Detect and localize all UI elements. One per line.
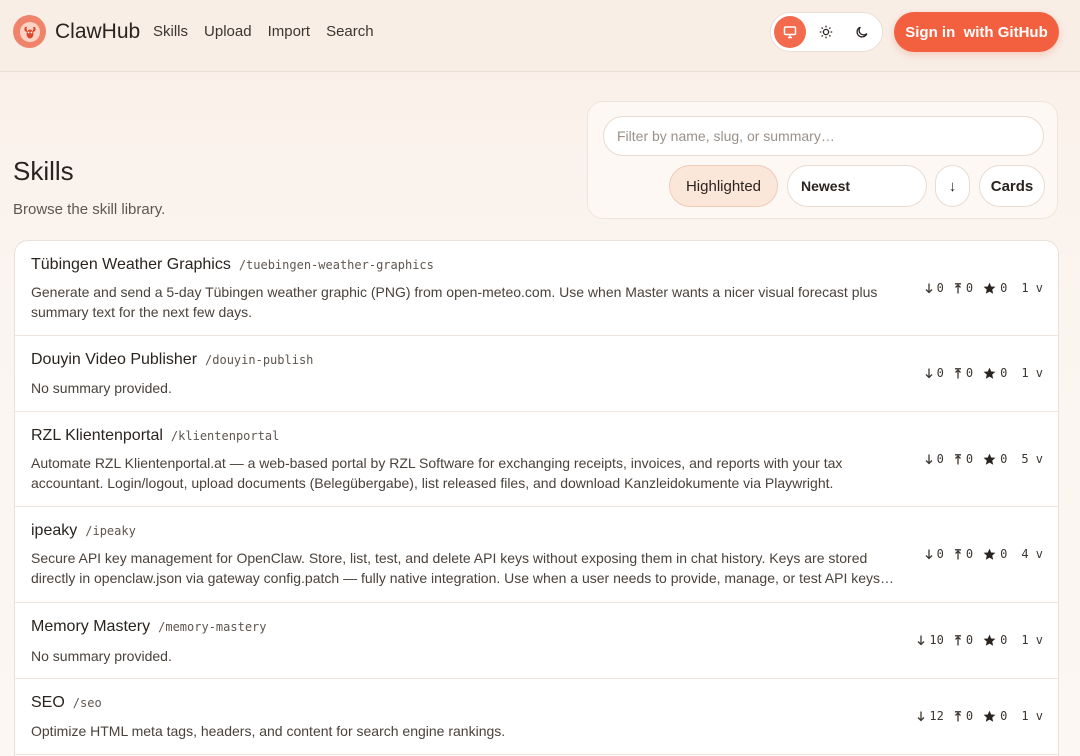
arrow-down-icon: ↓	[948, 177, 957, 195]
nav-upload[interactable]: Upload	[204, 23, 252, 40]
skill-stats: 0 0 0 5 v	[915, 452, 1043, 466]
install-icon	[954, 710, 962, 722]
top-bar: ClawHub Skills Upload Import Search Sign…	[0, 0, 1080, 72]
install-icon	[954, 634, 962, 646]
theme-switcher	[770, 12, 883, 52]
page-title: Skills	[13, 156, 74, 186]
download-icon	[917, 711, 925, 722]
install-count: 0	[965, 281, 974, 295]
star-count: 0	[1000, 547, 1008, 561]
install-count: 0	[965, 633, 974, 647]
star-icon	[983, 367, 996, 380]
theme-dark-button[interactable]	[846, 16, 878, 48]
skill-stats: 0 0 0 4 v	[915, 547, 1043, 561]
moon-icon	[855, 25, 869, 39]
download-count: 0	[936, 452, 944, 466]
skill-stats: 12 0 0 1 v	[907, 709, 1043, 723]
download-count: 0	[936, 547, 944, 561]
nav-skills[interactable]: Skills	[153, 23, 188, 40]
skills-list: Tübingen Weather Graphics/tuebingen-weat…	[14, 240, 1059, 756]
skill-name: Douyin Video Publisher	[31, 351, 198, 368]
nav-import[interactable]: Import	[268, 23, 311, 40]
filter-input[interactable]	[603, 116, 1044, 156]
star-count: 0	[1000, 633, 1008, 647]
install-icon	[954, 453, 962, 465]
skill-name: ipeaky	[31, 522, 78, 539]
version-count: 1 v	[1021, 281, 1043, 295]
filter-panel: Highlighted Newest ↓ Cards	[587, 101, 1058, 219]
star-icon	[983, 548, 996, 561]
main-nav: Skills Upload Import Search	[153, 23, 390, 40]
star-count: 0	[1000, 452, 1008, 466]
skill-slug: /seo	[72, 696, 102, 710]
skill-summary: Secure API key management for OpenClaw. …	[31, 550, 895, 586]
star-count: 0	[1000, 281, 1008, 295]
skill-summary: Optimize HTML meta tags, headers, and co…	[31, 723, 506, 739]
star-icon	[983, 710, 996, 723]
highlighted-toggle[interactable]: Highlighted	[669, 165, 778, 207]
view-mode-button[interactable]: Cards	[979, 165, 1045, 207]
install-count: 0	[965, 709, 974, 723]
skill-stats: 0 0 0 1 v	[915, 366, 1043, 380]
install-icon	[954, 548, 962, 560]
skill-slug: /ipeaky	[85, 524, 136, 538]
star-icon	[983, 453, 996, 466]
download-icon	[917, 635, 925, 646]
nav-search[interactable]: Search	[326, 23, 374, 40]
skill-slug: /tuebingen-weather-graphics	[238, 258, 434, 272]
skill-slug: /klientenportal	[170, 429, 280, 443]
install-count: 0	[965, 452, 974, 466]
sort-select[interactable]: Newest	[787, 165, 927, 207]
star-icon	[983, 634, 996, 647]
clawhub-logo-icon[interactable]	[13, 15, 46, 48]
sun-icon	[819, 25, 833, 39]
skill-row[interactable]: RZL Klientenportal/klientenportal Automa…	[15, 412, 1058, 507]
download-count: 10	[929, 633, 944, 647]
star-count: 0	[1000, 709, 1008, 723]
install-icon	[954, 367, 962, 379]
sign-in-github-button[interactable]: Sign in with GitHub	[894, 12, 1059, 52]
download-count: 0	[936, 366, 944, 380]
theme-light-button[interactable]	[810, 16, 842, 48]
page-subtitle: Browse the skill library.	[13, 201, 166, 218]
skill-slug: /douyin-publish	[205, 353, 314, 367]
skill-name: SEO	[31, 694, 65, 711]
skill-row[interactable]: SEO/seo Optimize HTML meta tags, headers…	[15, 679, 1058, 755]
skill-row[interactable]: Memory Mastery/memory-mastery No summary…	[15, 603, 1058, 679]
skill-slug: /memory-mastery	[158, 620, 267, 634]
monitor-icon	[783, 25, 797, 39]
skill-stats: 0 0 0 1 v	[915, 281, 1043, 295]
skill-name: Tübingen Weather Graphics	[31, 256, 231, 273]
skill-summary: No summary provided.	[31, 648, 172, 664]
skill-row[interactable]: ipeaky/ipeaky Secure API key management …	[15, 507, 1058, 603]
brand-name[interactable]: ClawHub	[55, 20, 140, 44]
download-icon	[925, 368, 933, 379]
skill-name: Memory Mastery	[31, 618, 151, 635]
download-icon	[925, 283, 933, 294]
skill-row[interactable]: Douyin Video Publisher/douyin-publish No…	[15, 336, 1058, 412]
skill-summary: No summary provided.	[31, 380, 172, 396]
install-count: 0	[965, 547, 974, 561]
sort-direction-button[interactable]: ↓	[935, 165, 970, 207]
version-count: 1 v	[1021, 709, 1043, 723]
download-count: 12	[929, 709, 944, 723]
theme-system-button[interactable]	[774, 16, 806, 48]
install-count: 0	[965, 366, 974, 380]
download-icon	[925, 549, 933, 560]
version-count: 5 v	[1021, 452, 1043, 466]
star-count: 0	[1000, 366, 1008, 380]
version-count: 1 v	[1021, 633, 1043, 647]
skill-stats: 10 0 0 1 v	[907, 633, 1043, 647]
skill-summary: Generate and send a 5-day Tübingen weath…	[31, 284, 878, 320]
download-icon	[925, 454, 933, 465]
star-icon	[983, 282, 996, 295]
version-count: 1 v	[1021, 366, 1043, 380]
install-icon	[954, 282, 962, 294]
skill-summary: Automate RZL Klientenportal.at — a web-b…	[31, 455, 843, 491]
download-count: 0	[936, 281, 944, 295]
version-count: 4 v	[1021, 547, 1043, 561]
skill-name: RZL Klientenportal	[31, 427, 163, 444]
skill-row[interactable]: Tübingen Weather Graphics/tuebingen-weat…	[15, 241, 1058, 336]
